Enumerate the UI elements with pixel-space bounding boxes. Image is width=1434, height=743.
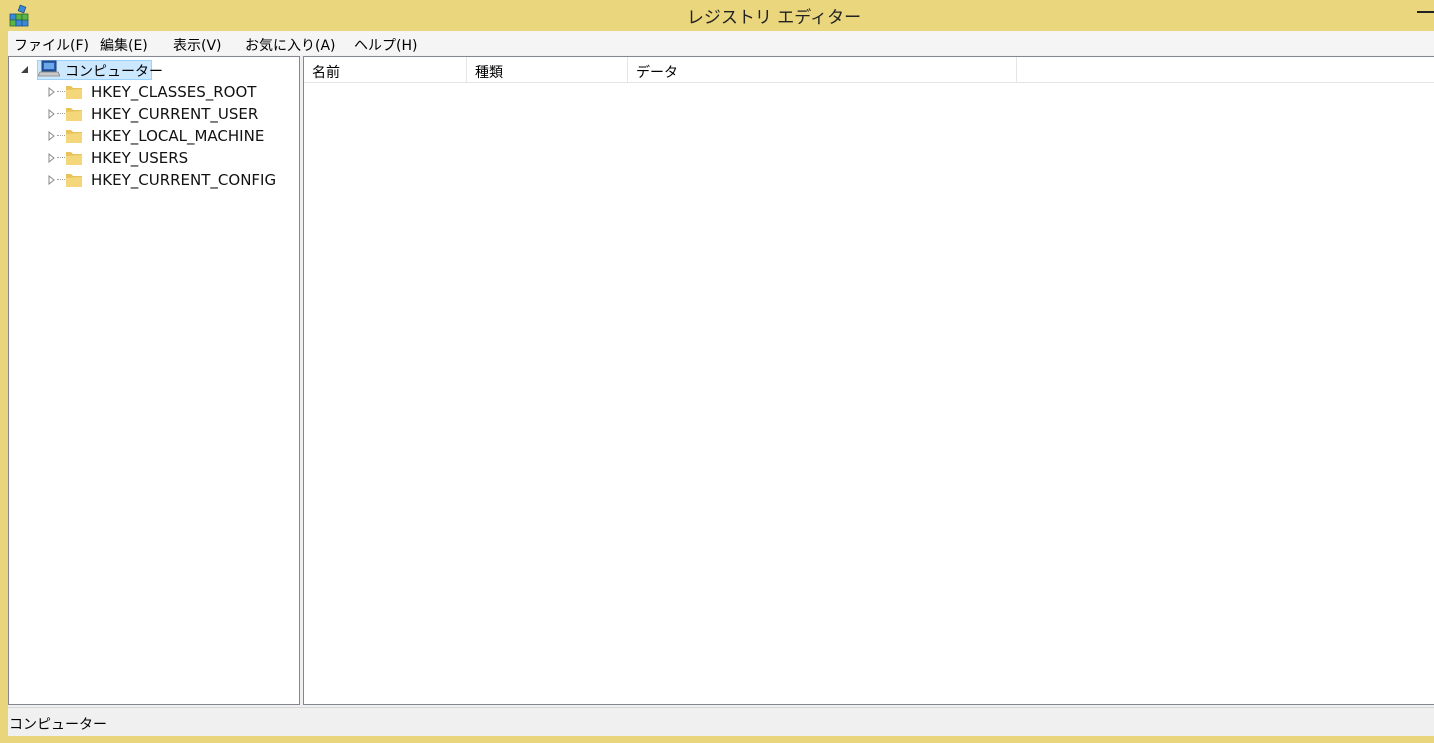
column-header-type[interactable]: 種類 [467, 57, 628, 83]
title-bar[interactable]: レジストリ エディター [0, 0, 1434, 31]
expand-icon[interactable] [47, 153, 57, 163]
collapse-icon[interactable] [20, 65, 30, 75]
column-header-filler [1017, 57, 1434, 83]
menu-view[interactable]: 表示(V) [173, 35, 222, 55]
tree-root-computer[interactable]: コンピューター [9, 57, 299, 81]
tree-item-hkey-current-user[interactable]: HKEY_CURRENT_USER [9, 104, 299, 124]
column-header-data[interactable]: データ [628, 57, 1017, 83]
computer-icon [37, 60, 61, 78]
expand-icon[interactable] [47, 87, 57, 97]
tree-connector [57, 157, 65, 158]
tree-item-label: HKEY_CURRENT_CONFIG [91, 171, 277, 189]
tree-root-label: コンピューター [65, 64, 163, 80]
tree-connector [57, 135, 65, 136]
tree-connector [57, 91, 65, 92]
status-bar: コンピューター [8, 707, 1434, 736]
tree-item-hkey-users[interactable]: HKEY_USERS [9, 148, 299, 168]
folder-icon [65, 105, 83, 122]
column-header-name[interactable]: 名前 [304, 57, 467, 83]
menu-favorites[interactable]: お気に入り(A) [245, 35, 336, 55]
folder-icon [65, 83, 83, 100]
key-tree[interactable]: コンピューター HKEY_CLASSES_ROOT HKEY_CURRENT_U… [8, 56, 300, 705]
tree-item-hkey-local-machine[interactable]: HKEY_LOCAL_MACHINE [9, 126, 299, 146]
menu-bar: ファイル(F) 編集(E) 表示(V) お気に入り(A) ヘルプ(H) [8, 31, 1434, 55]
tree-item-label: HKEY_CURRENT_USER [91, 105, 259, 123]
value-list[interactable]: 名前 種類 データ [303, 56, 1434, 705]
expand-icon[interactable] [47, 131, 57, 141]
folder-icon [65, 171, 83, 188]
menu-file[interactable]: ファイル(F) [14, 35, 89, 55]
menu-edit[interactable]: 編集(E) [100, 35, 148, 55]
tree-connector [57, 113, 65, 114]
folder-icon [65, 149, 83, 166]
expand-icon[interactable] [47, 109, 57, 119]
tree-item-label: HKEY_USERS [91, 149, 189, 167]
tree-item-hkey-current-config[interactable]: HKEY_CURRENT_CONFIG [9, 170, 299, 190]
window-client: ファイル(F) 編集(E) 表示(V) お気に入り(A) ヘルプ(H) コンピュ… [8, 31, 1434, 736]
status-path: コンピューター [9, 717, 107, 733]
tree-item-label: HKEY_CLASSES_ROOT [91, 83, 257, 101]
folder-icon [65, 127, 83, 144]
tree-item-label: HKEY_LOCAL_MACHINE [91, 127, 265, 145]
tree-item-hkey-classes-root[interactable]: HKEY_CLASSES_ROOT [9, 82, 299, 102]
window-title: レジストリ エディター [686, 8, 862, 28]
expand-icon[interactable] [47, 175, 57, 185]
tree-connector [57, 179, 65, 180]
minimize-icon [1417, 11, 1434, 13]
menu-help[interactable]: ヘルプ(H) [354, 35, 417, 55]
minimize-button[interactable] [1410, 0, 1434, 24]
window-bottom-frame [0, 736, 1434, 743]
